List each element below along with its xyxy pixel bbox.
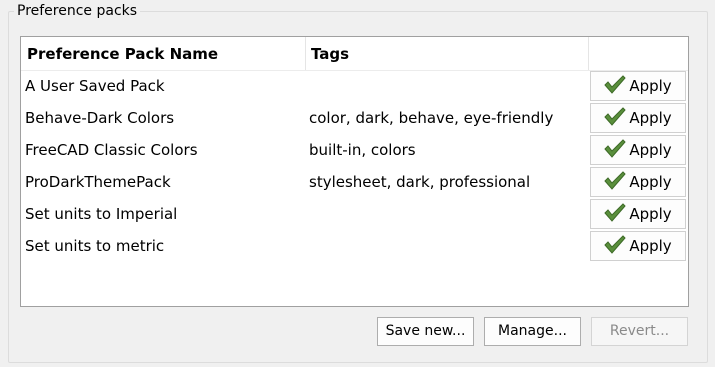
checkmark-icon: [604, 139, 626, 158]
column-separator: [305, 37, 306, 70]
apply-label: Apply: [629, 77, 672, 95]
table-row[interactable]: Set units to Imperial Apply: [21, 198, 688, 230]
table-row[interactable]: ProDarkThemePack stylesheet, dark, profe…: [21, 166, 688, 198]
group-title: Preference packs: [14, 2, 141, 20]
apply-label: Apply: [629, 141, 672, 159]
manage-button[interactable]: Manage...: [484, 317, 581, 346]
apply-label: Apply: [629, 205, 672, 223]
apply-button[interactable]: Apply: [590, 103, 686, 133]
pack-name: Set units to Imperial: [25, 205, 178, 223]
checkmark-icon: [604, 203, 626, 222]
table-row[interactable]: Set units to metric Apply: [21, 230, 688, 262]
revert-button[interactable]: Revert...: [591, 317, 688, 346]
pack-name: Set units to metric: [25, 237, 165, 255]
checkmark-icon: [604, 75, 626, 94]
checkmark-icon: [604, 107, 626, 126]
apply-label: Apply: [629, 173, 672, 191]
column-separator: [588, 37, 589, 70]
apply-button[interactable]: Apply: [590, 135, 686, 165]
pack-tags: color, dark, behave, eye-friendly: [309, 109, 554, 127]
column-header-name[interactable]: Preference Pack Name: [27, 37, 218, 70]
table-row[interactable]: A User Saved Pack Apply: [21, 70, 688, 102]
pack-tags: built-in, colors: [309, 141, 416, 159]
apply-label: Apply: [629, 237, 672, 255]
table-header: Preference Pack Name Tags: [21, 37, 688, 71]
apply-label: Apply: [629, 109, 672, 127]
pack-tags: stylesheet, dark, professional: [309, 173, 531, 191]
apply-button[interactable]: Apply: [590, 71, 686, 101]
column-header-tags[interactable]: Tags: [311, 37, 349, 70]
save-new-button[interactable]: Save new...: [377, 317, 474, 346]
pack-name: A User Saved Pack: [25, 77, 165, 95]
checkmark-icon: [604, 171, 626, 190]
apply-button[interactable]: Apply: [590, 231, 686, 261]
table-row[interactable]: Behave-Dark Colors color, dark, behave, …: [21, 102, 688, 134]
apply-button[interactable]: Apply: [590, 199, 686, 229]
preference-packs-table: Preference Pack Name Tags A User Saved P…: [20, 36, 689, 307]
table-row[interactable]: FreeCAD Classic Colors built-in, colors …: [21, 134, 688, 166]
pack-name: ProDarkThemePack: [25, 173, 171, 191]
checkmark-icon: [604, 235, 626, 254]
pack-name: Behave-Dark Colors: [25, 109, 175, 127]
pack-name: FreeCAD Classic Colors: [25, 141, 198, 159]
apply-button[interactable]: Apply: [590, 167, 686, 197]
